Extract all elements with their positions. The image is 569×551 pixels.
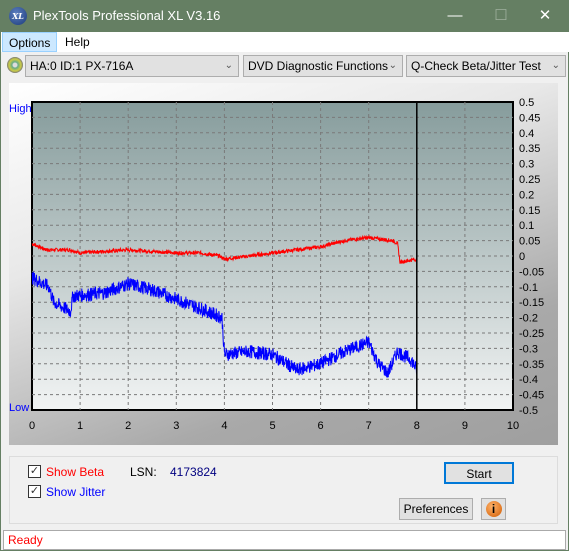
low-label: Low	[9, 402, 29, 414]
y-tick-label: -0.15	[519, 297, 544, 309]
show-jitter-checkbox[interactable]: ✓	[28, 485, 41, 498]
minimize-button[interactable]: —	[435, 4, 475, 28]
test-value: Q-Check Beta/Jitter Test	[411, 59, 541, 73]
test-select[interactable]: Q-Check Beta/Jitter Test ⌄	[406, 55, 566, 77]
y-tick-label: -0.25	[519, 328, 544, 340]
start-button[interactable]: Start	[444, 462, 514, 484]
close-button[interactable]: ✕	[525, 4, 565, 28]
high-label: High	[9, 103, 32, 115]
y-tick-label: -0.45	[519, 390, 544, 402]
x-tick-label: 4	[221, 420, 227, 432]
info-button[interactable]: i	[481, 498, 506, 520]
app-logo-icon: XL	[9, 7, 27, 25]
y-tick-label: -0.4	[519, 374, 538, 386]
x-tick-label: 0	[29, 420, 35, 432]
y-tick-label: 0.15	[519, 205, 540, 217]
y-tick-label: 0.3	[519, 159, 534, 171]
controls-panel: ✓ Show Beta ✓ Show Jitter LSN: 4173824 S…	[9, 456, 558, 524]
y-tick-label: -0.05	[519, 266, 544, 278]
show-jitter-label[interactable]: Show Jitter	[46, 485, 105, 499]
x-tick-label: 8	[414, 420, 420, 432]
y-tick-label: 0.45	[519, 112, 540, 124]
y-tick-label: 0.5	[519, 97, 534, 109]
beta-jitter-chart: 0 1 2 3 4 5 6 7 8 9 10 0.5 0.45 0.4 0.35 0.3 0.25 0.2 0.15…	[9, 97, 544, 432]
chevron-down-icon: ⌄	[551, 60, 560, 71]
x-tick-label: 6	[318, 420, 324, 432]
title-bar: XL PlexTools Professional XL V3.16 — ☐ ✕	[1, 1, 569, 32]
y-tick-label: 0.1	[519, 220, 534, 232]
chevron-down-icon: ⌄	[388, 60, 397, 71]
function-value: DVD Diagnostic Functions	[248, 59, 389, 73]
y-tick-label: -0.35	[519, 359, 544, 371]
y-tick-label: -0.5	[519, 405, 538, 417]
y-tick-label: -0.3	[519, 343, 538, 355]
chevron-down-icon: ⌄	[224, 60, 233, 71]
disc-icon	[7, 57, 23, 73]
y-tick-label: 0.05	[519, 236, 540, 248]
drive-value: HA:0 ID:1 PX-716A	[30, 59, 134, 73]
x-tick-label: 5	[269, 420, 275, 432]
window-title: PlexTools Professional XL V3.16	[33, 8, 221, 23]
preferences-button[interactable]: Preferences	[399, 498, 473, 520]
x-tick-label: 2	[125, 420, 131, 432]
y-tick-label: 0.25	[519, 174, 540, 186]
y-tick-label: 0.4	[519, 128, 534, 140]
show-beta-label[interactable]: Show Beta	[46, 465, 104, 479]
lsn-value: 4173824	[170, 465, 217, 479]
x-tick-label: 9	[462, 420, 468, 432]
menu-bar: Options Help	[1, 32, 569, 52]
menu-help[interactable]: Help	[59, 32, 96, 52]
y-tick-label: -0.1	[519, 282, 538, 294]
y-tick-label: -0.2	[519, 313, 538, 325]
menu-options[interactable]: Options	[2, 32, 58, 52]
x-tick-label: 3	[173, 420, 179, 432]
y-tick-label: 0.35	[519, 143, 540, 155]
maximize-button[interactable]: ☐	[481, 4, 521, 28]
x-tick-label: 1	[77, 420, 83, 432]
status-bar: Ready	[3, 530, 566, 550]
y-tick-label: 0.2	[519, 189, 534, 201]
x-tick-label: 7	[366, 420, 372, 432]
chart-panel: 0 1 2 3 4 5 6 7 8 9 10 0.5 0.45 0.4 0.35 0.3 0.25 0.2 0.15…	[9, 83, 558, 445]
y-tick-label: 0	[519, 251, 525, 263]
drive-select[interactable]: HA:0 ID:1 PX-716A ⌄	[25, 55, 239, 77]
info-icon: i	[485, 501, 502, 517]
function-select[interactable]: DVD Diagnostic Functions ⌄	[243, 55, 403, 77]
x-tick-label: 10	[507, 420, 519, 432]
show-beta-checkbox[interactable]: ✓	[28, 465, 41, 478]
lsn-label: LSN:	[130, 465, 157, 479]
